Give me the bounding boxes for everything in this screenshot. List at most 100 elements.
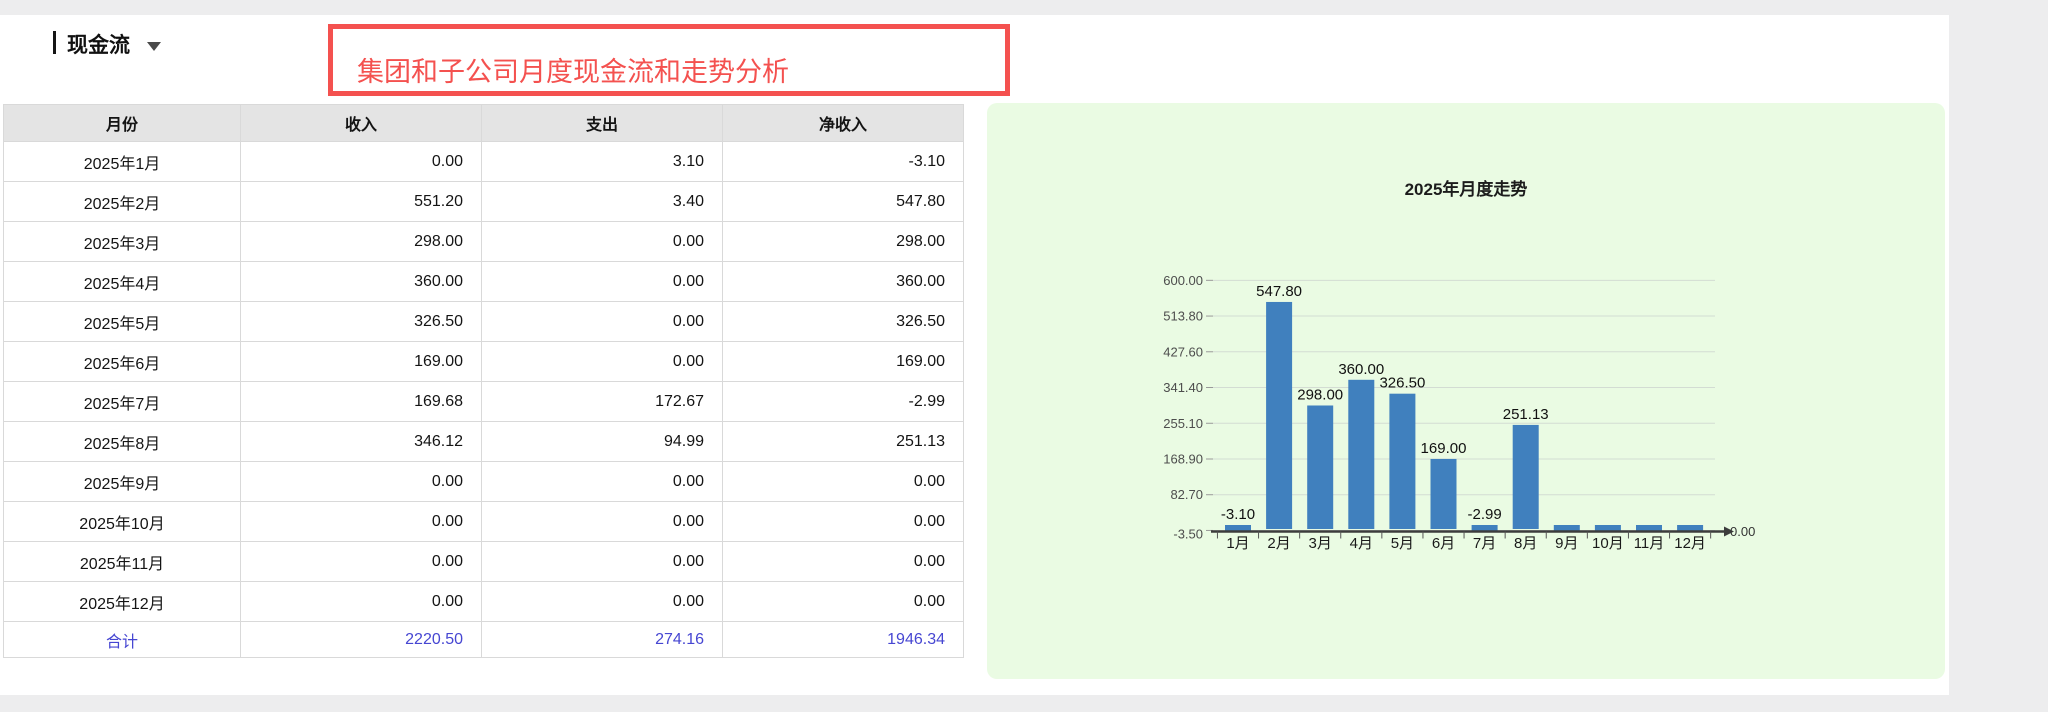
col-header-净收入: 净收入 [722,104,964,142]
table-row: 2025年6月 169.00 0.00 169.00 [3,341,964,382]
bar-3月[interactable] [1307,405,1334,529]
total-net: 1946.34 [722,621,964,658]
month-label: 3月 [1309,535,1332,552]
bar-2月[interactable] [1266,301,1293,529]
expense-cell: 0.00 [481,301,723,342]
month-cell: 2025年12月 [3,581,241,622]
table-row: 2025年10月 0.00 0.00 0.00 [3,501,964,542]
content-area: 现金流 集团和子公司月度现金流和走势分析 月份 收入 支出 净收入 2025年1月 0.… [0,15,1949,695]
net-cell: 0.00 [722,581,964,622]
bar-1月[interactable] [1225,525,1251,531]
bar-label: 169.00 [1421,440,1467,457]
expense-cell: 0.00 [481,261,723,302]
month-cell: 2025年6月 [3,341,241,382]
y-tick-label: 341.40 [1163,380,1203,395]
month-label: 7月 [1473,535,1496,552]
table-row: 2025年11月 0.00 0.00 0.00 [3,541,964,582]
month-cell: 2025年2月 [3,181,241,222]
bar-8月[interactable] [1512,424,1539,529]
net-cell: 0.00 [722,501,964,542]
bar-7月[interactable] [1471,525,1498,531]
cashflow-table: 月份 收入 支出 净收入 2025年1月 0.00 3.10 -3.10 2025年2月 551… [3,104,964,658]
y-tick-label: 255.10 [1163,416,1203,431]
table-row: 2025年9月 0.00 0.00 0.00 [3,461,964,502]
table-row: 2025年7月 169.68 172.67 -2.99 [3,381,964,422]
bar-label: 251.13 [1503,406,1549,423]
bar-4月[interactable] [1348,379,1375,529]
expense-cell: 172.67 [481,381,723,422]
total-income: 2220.50 [240,621,482,658]
end-zero-label: 0.00 [1730,524,1755,539]
income-cell: 326.50 [240,301,482,342]
col-header-月份: 月份 [3,104,241,142]
y-tick-label: 513.80 [1163,309,1203,324]
table-row: 2025年3月 298.00 0.00 298.00 [3,221,964,262]
net-cell: 360.00 [722,261,964,302]
chart-panel: 2025年月度走势 600.00 513.80 427.60 341.40 255.10… [987,103,1945,679]
month-label: 8月 [1514,535,1537,552]
net-cell: -3.10 [722,141,964,182]
month-label: 12月 [1674,535,1706,552]
total-label: 合计 [3,621,241,658]
month-label: 1月 [1226,535,1249,552]
expense-cell: 0.00 [481,341,723,382]
table-header-row: 月份 收入 支出 净收入 [3,104,964,142]
expense-cell: 3.10 [481,141,723,182]
y-tick-label: 82.70 [1170,487,1203,502]
net-cell: 547.80 [722,181,964,222]
bar-10月[interactable] [1594,525,1621,531]
month-cell: 2025年9月 [3,461,241,502]
y-tick-label: 427.60 [1163,344,1203,359]
bar-label: -3.10 [1221,506,1255,523]
bar-6月[interactable] [1430,458,1457,529]
net-cell: 251.13 [722,421,964,462]
table-row: 2025年2月 551.20 3.40 547.80 [3,181,964,222]
table-row: 2025年8月 346.12 94.99 251.13 [3,421,964,462]
expense-cell: 3.40 [481,181,723,222]
net-cell: 298.00 [722,221,964,262]
month-cell: 2025年8月 [3,421,241,462]
month-label: 5月 [1391,535,1414,552]
income-cell: 298.00 [240,221,482,262]
expense-cell: 0.00 [481,461,723,502]
bar-12月[interactable] [1677,525,1704,531]
income-cell: 0.00 [240,501,482,542]
col-header-支出: 支出 [481,104,723,142]
month-cell: 2025年1月 [3,141,241,182]
bar-label: -2.99 [1467,506,1501,523]
y-tick-label: 168.90 [1163,451,1203,466]
expense-cell: 0.00 [481,501,723,542]
expense-cell: 0.00 [481,541,723,582]
bar-5月[interactable] [1389,393,1416,529]
month-label: 9月 [1555,535,1578,552]
y-tick-label: 600.00 [1163,273,1203,288]
bar-label: 326.50 [1379,375,1425,392]
bar-11月[interactable] [1636,525,1662,531]
total-row: 合计 2220.50 274.16 1946.34 [3,621,964,658]
net-cell: 0.00 [722,461,964,502]
income-cell: 169.68 [240,381,482,422]
month-cell: 2025年7月 [3,381,241,422]
income-cell: 360.00 [240,261,482,302]
income-cell: 551.20 [240,181,482,222]
income-cell: 346.12 [240,421,482,462]
expense-cell: 0.00 [481,221,723,262]
month-cell: 2025年3月 [3,221,241,262]
table-row: 2025年4月 360.00 0.00 360.00 [3,261,964,302]
bar-label: 298.00 [1297,386,1343,403]
annotation-box: 集团和子公司月度现金流和走势分析 [328,24,1010,96]
dropdown-caret-icon[interactable] [147,42,161,51]
annotation-text: 集团和子公司月度现金流和走势分析 [357,56,789,87]
month-cell: 2025年11月 [3,541,241,582]
month-label: 2月 [1267,535,1290,552]
month-cell: 2025年5月 [3,301,241,342]
net-cell: 326.50 [722,301,964,342]
net-cell: 0.00 [722,541,964,582]
title-accent-bar [53,31,56,54]
table-body: 2025年1月 0.00 3.10 -3.10 2025年2月 551.20 3.40 547… [3,141,964,622]
net-cell: 169.00 [722,341,964,382]
bar-9月[interactable] [1553,525,1580,531]
income-cell: 0.00 [240,141,482,182]
expense-cell: 94.99 [481,421,723,462]
income-cell: 0.00 [240,541,482,582]
